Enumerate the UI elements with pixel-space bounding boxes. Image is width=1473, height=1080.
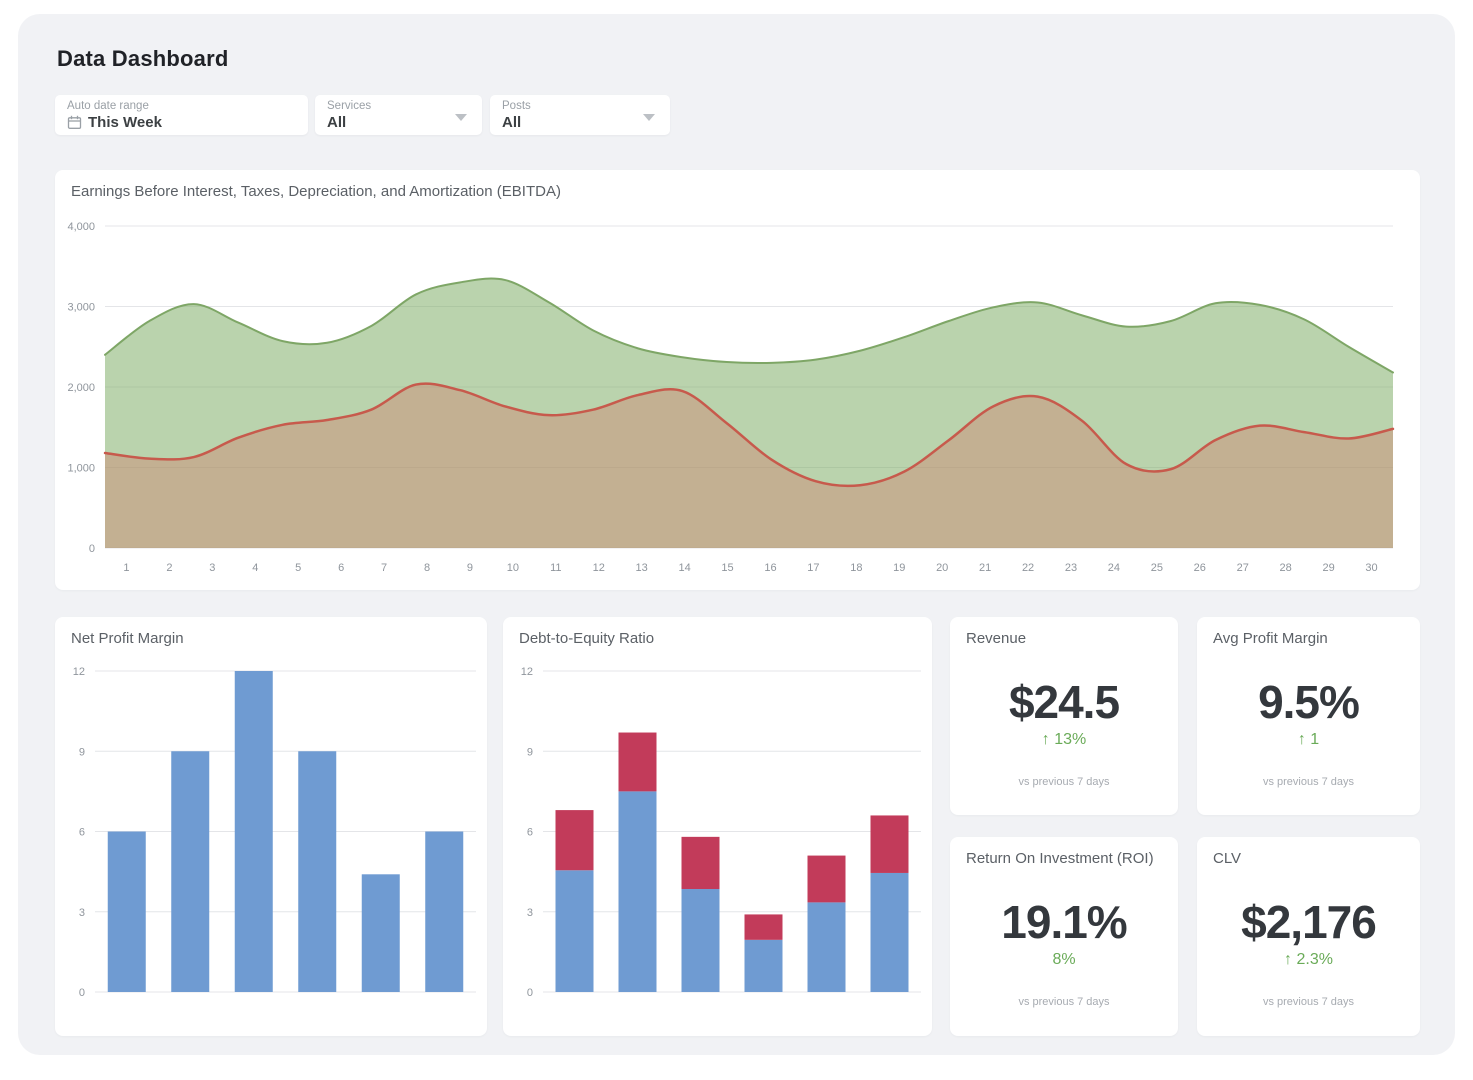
kpi-delta: 8% xyxy=(950,951,1178,969)
date-range-filter[interactable]: Auto date range This Week xyxy=(55,95,308,135)
svg-text:15: 15 xyxy=(721,562,733,574)
svg-text:26: 26 xyxy=(1194,562,1206,574)
svg-text:20: 20 xyxy=(936,562,948,574)
kpi-value: 19.1% xyxy=(950,899,1178,945)
svg-text:27: 27 xyxy=(1237,562,1249,574)
filter-value: All xyxy=(502,114,521,131)
chevron-down-icon xyxy=(643,114,655,121)
kpi-title: Avg Profit Margin xyxy=(1213,630,1328,647)
kpi-body: $24.5 ↑ 13% vs previous 7 days xyxy=(950,679,1178,788)
kpi-body: 19.1% 8% vs previous 7 days xyxy=(950,899,1178,1008)
net-profit-margin-bar-chart: 0 3 6 9 12 xyxy=(55,617,487,1017)
svg-text:12: 12 xyxy=(73,666,85,678)
kpi-footnote: vs previous 7 days xyxy=(950,776,1178,788)
kpi-delta: ↑ 2.3% xyxy=(1197,951,1420,969)
svg-text:17: 17 xyxy=(807,562,819,574)
chevron-down-icon xyxy=(455,114,467,121)
kpi-title: Revenue xyxy=(966,630,1026,647)
kpi-card-roi: Return On Investment (ROI) 19.1% 8% vs p… xyxy=(950,837,1178,1036)
svg-text:30: 30 xyxy=(1365,562,1377,574)
svg-text:23: 23 xyxy=(1065,562,1077,574)
kpi-delta: ↑ 13% xyxy=(950,731,1178,749)
services-filter[interactable]: Services All xyxy=(315,95,482,135)
svg-text:2: 2 xyxy=(166,562,172,574)
svg-text:7: 7 xyxy=(381,562,387,574)
svg-text:6: 6 xyxy=(79,827,85,839)
svg-text:22: 22 xyxy=(1022,562,1034,574)
page-title: Data Dashboard xyxy=(57,46,229,72)
kpi-body: $2,176 ↑ 2.3% vs previous 7 days xyxy=(1197,899,1420,1008)
calendar-icon xyxy=(67,115,82,130)
svg-text:9: 9 xyxy=(79,746,85,758)
filter-label: Services xyxy=(327,100,371,112)
svg-text:16: 16 xyxy=(764,562,776,574)
kpi-footnote: vs previous 7 days xyxy=(1197,996,1420,1008)
svg-text:0: 0 xyxy=(527,987,533,999)
svg-text:1: 1 xyxy=(123,562,129,574)
debt-to-equity-card: Debt-to-Equity Ratio 036912 xyxy=(503,617,932,1036)
svg-text:6: 6 xyxy=(527,827,533,839)
svg-text:10: 10 xyxy=(507,562,519,574)
filter-label: Posts xyxy=(502,100,531,112)
svg-text:12: 12 xyxy=(593,562,605,574)
svg-text:14: 14 xyxy=(678,562,690,574)
svg-text:24: 24 xyxy=(1108,562,1120,574)
svg-text:13: 13 xyxy=(636,562,648,574)
svg-text:29: 29 xyxy=(1322,562,1334,574)
kpi-title: Return On Investment (ROI) xyxy=(966,850,1154,867)
kpi-card-revenue: Revenue $24.5 ↑ 13% vs previous 7 days xyxy=(950,617,1178,815)
debt-to-equity-stacked-bar-chart: 0 3 6 9 12 xyxy=(503,617,932,1017)
svg-text:3: 3 xyxy=(79,907,85,919)
kpi-delta: ↑ 1 xyxy=(1197,731,1420,749)
svg-text:8: 8 xyxy=(424,562,430,574)
kpi-footnote: vs previous 7 days xyxy=(1197,776,1420,788)
kpi-value: $2,176 xyxy=(1197,899,1420,945)
svg-text:19: 19 xyxy=(893,562,905,574)
svg-text:3,000: 3,000 xyxy=(67,302,95,314)
kpi-title: CLV xyxy=(1213,850,1241,867)
filter-value: All xyxy=(327,114,346,131)
svg-text:11: 11 xyxy=(550,562,561,574)
net-profit-margin-card: Net Profit Margin 036912 xyxy=(55,617,487,1036)
svg-text:3: 3 xyxy=(209,562,215,574)
svg-text:3: 3 xyxy=(527,907,533,919)
svg-text:18: 18 xyxy=(850,562,862,574)
filter-label: Auto date range xyxy=(67,100,149,112)
svg-text:4,000: 4,000 xyxy=(67,221,95,233)
kpi-card-avg-profit-margin: Avg Profit Margin 9.5% ↑ 1 vs previous 7… xyxy=(1197,617,1420,815)
svg-text:1,000: 1,000 xyxy=(67,463,95,475)
kpi-footnote: vs previous 7 days xyxy=(950,996,1178,1008)
svg-text:6: 6 xyxy=(338,562,344,574)
svg-text:5: 5 xyxy=(295,562,301,574)
ebitda-area-chart: 01,0002,0003,0004,0001234567891011121314… xyxy=(55,170,1420,582)
date-range-value: This Week xyxy=(88,114,162,131)
svg-text:9: 9 xyxy=(467,562,473,574)
posts-filter[interactable]: Posts All xyxy=(490,95,670,135)
kpi-value: 9.5% xyxy=(1197,679,1420,725)
svg-text:25: 25 xyxy=(1151,562,1163,574)
svg-text:4: 4 xyxy=(252,562,258,574)
svg-text:9: 9 xyxy=(527,746,533,758)
kpi-body: 9.5% ↑ 1 vs previous 7 days xyxy=(1197,679,1420,788)
svg-text:0: 0 xyxy=(79,987,85,999)
svg-text:2,000: 2,000 xyxy=(67,382,95,394)
svg-text:28: 28 xyxy=(1280,562,1292,574)
kpi-card-clv: CLV $2,176 ↑ 2.3% vs previous 7 days xyxy=(1197,837,1420,1036)
kpi-value: $24.5 xyxy=(950,679,1178,725)
ebitda-chart-card: Earnings Before Interest, Taxes, Depreci… xyxy=(55,170,1420,590)
svg-text:0: 0 xyxy=(89,543,95,555)
dashboard-panel: Data Dashboard Auto date range This Week… xyxy=(18,14,1455,1055)
svg-text:12: 12 xyxy=(521,666,533,678)
filter-value: This Week xyxy=(67,114,162,131)
svg-text:21: 21 xyxy=(979,562,991,574)
